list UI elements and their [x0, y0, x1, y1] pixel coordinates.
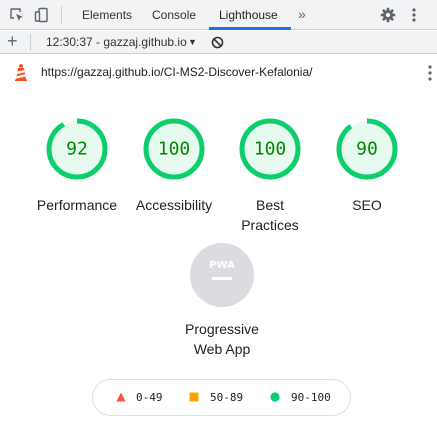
- score-value: 90: [356, 139, 378, 160]
- score-ring: 92: [46, 118, 108, 180]
- gauge-label: SEO: [352, 197, 382, 213]
- tab-console[interactable]: Console: [152, 0, 196, 30]
- pwa-label-line: Progressive: [185, 321, 259, 337]
- gauge-label-line: Best: [255, 197, 284, 213]
- gauge-label: Performance: [36, 197, 118, 213]
- pwa-label-line: Web App: [193, 341, 251, 357]
- inspect-element-icon[interactable]: [8, 6, 26, 24]
- active-tab-indicator: [209, 27, 291, 30]
- chevron-down-icon[interactable]: ▼: [188, 31, 197, 54]
- gauge-performance[interactable]: 92 Performance: [29, 117, 125, 215]
- legend-range-average: 50-89: [210, 391, 244, 404]
- pwa-badge-text: PWA: [209, 260, 235, 271]
- report-selector[interactable]: 12:30:37 - gazzaj.github.io: [46, 31, 187, 54]
- devtools-tab-bar: Elements Console Lighthouse »: [0, 0, 437, 30]
- gauge-best-practices[interactable]: 100 Best Practices: [222, 117, 318, 235]
- score-scale-legend: 0-49 50-89 90-100: [92, 379, 351, 416]
- report-menu-icon[interactable]: [426, 64, 434, 82]
- device-toolbar-icon[interactable]: [33, 6, 51, 24]
- score-value: 92: [66, 139, 88, 160]
- score-ring: 100: [239, 118, 301, 180]
- legend-range-fail: 0-49: [136, 391, 163, 404]
- gauge-label-line: Practices: [241, 217, 299, 233]
- new-report-button[interactable]: +: [7, 30, 18, 53]
- more-tabs-button[interactable]: »: [298, 0, 306, 30]
- report-url[interactable]: https://gazzaj.github.io/CI-MS2-Discover…: [41, 55, 312, 89]
- tab-lighthouse[interactable]: Lighthouse: [219, 0, 278, 30]
- score-value: 100: [254, 139, 287, 160]
- score-ring: 100: [143, 118, 205, 180]
- settings-gear-icon[interactable]: [379, 6, 397, 24]
- score-ring: 90: [336, 118, 398, 180]
- tab-bar-divider: [61, 6, 62, 24]
- pwa-badge-icon: PWA: [190, 243, 254, 307]
- score-value: 100: [158, 139, 191, 160]
- lighthouse-toolbar: + 12:30:37 - gazzaj.github.io ▼: [0, 31, 437, 54]
- average-square-icon: [189, 392, 199, 402]
- lighthouse-logo-icon: [13, 63, 29, 81]
- gauge-label: Accessibility: [135, 197, 213, 213]
- clear-reports-icon[interactable]: [211, 36, 224, 49]
- gauge-label: Best Practices: [222, 195, 318, 235]
- legend-range-pass: 90-100: [291, 391, 331, 404]
- toolbar-divider: [30, 34, 31, 51]
- customize-menu-icon[interactable]: [405, 6, 423, 24]
- gauge-seo[interactable]: 90 SEO: [319, 117, 415, 215]
- gauge-pwa[interactable]: PWA Progressive Web App: [170, 243, 274, 359]
- tab-elements[interactable]: Elements: [82, 0, 132, 30]
- pass-circle-icon: [270, 392, 280, 402]
- gauge-accessibility[interactable]: 100 Accessibility: [126, 117, 222, 215]
- pwa-label: Progressive Web App: [170, 319, 274, 359]
- fail-triangle-icon: [116, 392, 126, 402]
- report-url-bar: https://gazzaj.github.io/CI-MS2-Discover…: [0, 55, 437, 89]
